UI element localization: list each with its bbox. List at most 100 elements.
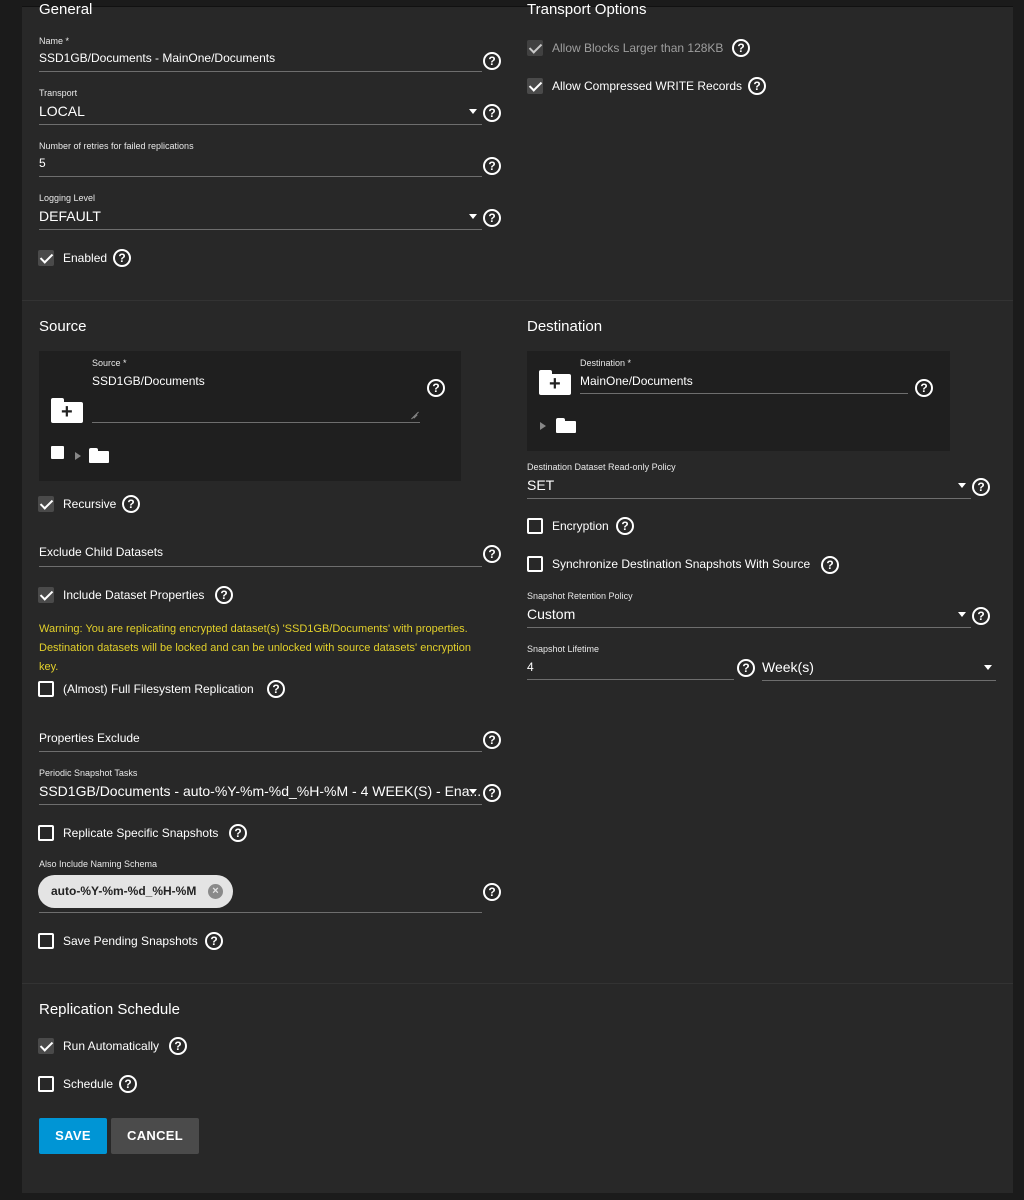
name-field-label: Name * (39, 36, 70, 46)
include-props-label: Include Dataset Properties (63, 588, 205, 602)
sync-destination-help-icon[interactable]: ? (821, 556, 839, 574)
readonly-help-icon[interactable]: ? (972, 478, 990, 496)
card-top-edge (22, 6, 1013, 7)
periodic-tasks-select[interactable]: SSD1GB/Documents - auto-%Y-%m-%d_%H-%M -… (39, 783, 481, 799)
source-tree-checkbox[interactable] (51, 446, 64, 459)
retries-help-icon[interactable]: ? (483, 157, 501, 175)
encryption-checkbox[interactable] (527, 518, 543, 534)
transport-field-label: Transport (39, 88, 78, 98)
lifetime-unit-chevron-down-icon[interactable] (984, 665, 992, 670)
recursive-checkbox[interactable] (38, 496, 54, 512)
snapshot-lifetime-input[interactable]: 4 (527, 660, 534, 674)
naming-schema-chip-text: auto-%Y-%m-%d_%H-%M (51, 884, 197, 898)
sync-destination-checkbox[interactable] (527, 556, 543, 572)
chip-remove-icon[interactable]: × (208, 884, 223, 899)
props-exclude-help-icon[interactable]: ? (483, 731, 501, 749)
include-props-help-icon[interactable]: ? (215, 586, 233, 604)
name-input[interactable]: SSD1GB/Documents - MainOne/Documents (39, 51, 275, 65)
name-underline (39, 71, 482, 72)
replicate-specific-help-icon[interactable]: ? (229, 824, 247, 842)
allow-compressed-help-icon[interactable]: ? (748, 77, 766, 95)
naming-schema-help-icon[interactable]: ? (483, 883, 501, 901)
source-underline (92, 422, 420, 423)
replicate-specific-label: Replicate Specific Snapshots (63, 826, 219, 840)
retries-field-label: Number of retries for failed replication… (39, 141, 194, 151)
replication-schedule-section-title: Replication Schedule (39, 1001, 180, 1018)
enabled-help-icon[interactable]: ? (113, 249, 131, 267)
exclude-child-help-icon[interactable]: ? (483, 545, 501, 563)
retention-policy-label: Snapshot Retention Policy (527, 591, 633, 601)
retention-chevron-down-icon[interactable] (958, 612, 966, 617)
retention-help-icon[interactable]: ? (972, 607, 990, 625)
full-filesystem-checkbox[interactable] (38, 681, 54, 697)
periodic-chevron-down-icon[interactable] (469, 789, 477, 794)
properties-exclude-input[interactable]: Properties Exclude (39, 731, 140, 745)
source-tree-expand-icon[interactable] (75, 452, 81, 460)
save-pending-help-icon[interactable]: ? (205, 932, 223, 950)
source-input[interactable]: SSD1GB/Documents (92, 374, 205, 388)
save-pending-checkbox[interactable] (38, 933, 54, 949)
retention-policy-select[interactable]: Custom (527, 606, 575, 622)
lifetime-unit-select[interactable]: Week(s) (762, 659, 814, 675)
include-props-checkbox[interactable] (38, 587, 54, 603)
transport-options-section-title: Transport Options (527, 1, 647, 18)
readonly-chevron-down-icon[interactable] (958, 483, 966, 488)
source-folder-icon[interactable] (89, 448, 109, 463)
retention-underline (527, 627, 971, 628)
allow-blocks-label: Allow Blocks Larger than 128KB (552, 41, 724, 55)
section-divider (22, 983, 1013, 984)
destination-tree-expand-icon[interactable] (540, 422, 546, 430)
full-filesystem-help-icon[interactable]: ? (267, 680, 285, 698)
logging-underline (39, 229, 482, 230)
run-automatically-checkbox[interactable] (38, 1038, 54, 1054)
snapshot-lifetime-label: Snapshot Lifetime (527, 644, 600, 654)
allow-compressed-label: Allow Compressed WRITE Records (552, 79, 743, 93)
save-pending-label: Save Pending Snapshots (63, 934, 198, 948)
source-help-icon[interactable]: ? (427, 379, 445, 397)
transport-select[interactable]: LOCAL (39, 103, 85, 119)
exclude-child-datasets-input[interactable]: Exclude Child Datasets (39, 545, 163, 559)
readonly-underline (527, 498, 971, 499)
run-automatically-help-icon[interactable]: ? (169, 1037, 187, 1055)
enabled-checkbox[interactable] (38, 250, 54, 266)
save-button[interactable]: SAVE (39, 1118, 107, 1154)
source-resize-handle-icon[interactable] (408, 408, 418, 418)
name-help-icon[interactable]: ? (483, 52, 501, 70)
destination-folder-add-icon[interactable]: + (539, 370, 571, 395)
destination-input[interactable]: MainOne/Documents (580, 374, 693, 388)
source-section-title: Source (39, 318, 87, 335)
encryption-warning-text: Warning: You are replicating encrypted d… (39, 623, 471, 673)
allow-blocks-help-icon[interactable]: ? (732, 39, 750, 57)
readonly-policy-label: Destination Dataset Read-only Policy (527, 462, 676, 472)
allow-compressed-checkbox[interactable] (527, 78, 543, 94)
retries-input[interactable]: 5 (39, 156, 46, 170)
transport-help-icon[interactable]: ? (483, 104, 501, 122)
run-automatically-label: Run Automatically (63, 1039, 160, 1053)
logging-help-icon[interactable]: ? (483, 209, 501, 227)
destination-help-icon[interactable]: ? (915, 379, 933, 397)
periodic-help-icon[interactable]: ? (483, 784, 501, 802)
snapshot-lifetime-help-icon[interactable]: ? (737, 659, 755, 677)
logging-chevron-down-icon[interactable] (469, 214, 477, 219)
schedule-checkbox[interactable] (38, 1076, 54, 1092)
destination-field-label: Destination * (580, 358, 632, 368)
source-folder-add-icon[interactable]: + (51, 398, 83, 423)
logging-level-select[interactable]: DEFAULT (39, 208, 101, 224)
recursive-help-icon[interactable]: ? (122, 495, 140, 513)
destination-folder-icon[interactable] (556, 418, 576, 433)
periodic-underline (39, 804, 482, 805)
naming-schema-chip[interactable]: auto-%Y-%m-%d_%H-%M × (38, 875, 233, 908)
naming-schema-label: Also Include Naming Schema (39, 859, 158, 869)
encryption-help-icon[interactable]: ? (616, 517, 634, 535)
readonly-policy-select[interactable]: SET (527, 477, 554, 493)
schedule-help-icon[interactable]: ? (119, 1075, 137, 1093)
cancel-button[interactable]: CANCEL (111, 1118, 199, 1154)
enabled-label: Enabled (63, 251, 108, 265)
transport-chevron-down-icon[interactable] (469, 109, 477, 114)
recursive-label: Recursive (63, 497, 117, 511)
lifetime-unit-underline (762, 680, 996, 681)
schedule-label: Schedule (63, 1077, 114, 1091)
allow-blocks-checkbox[interactable] (527, 40, 543, 56)
encryption-label: Encryption (552, 519, 609, 533)
replicate-specific-checkbox[interactable] (38, 825, 54, 841)
